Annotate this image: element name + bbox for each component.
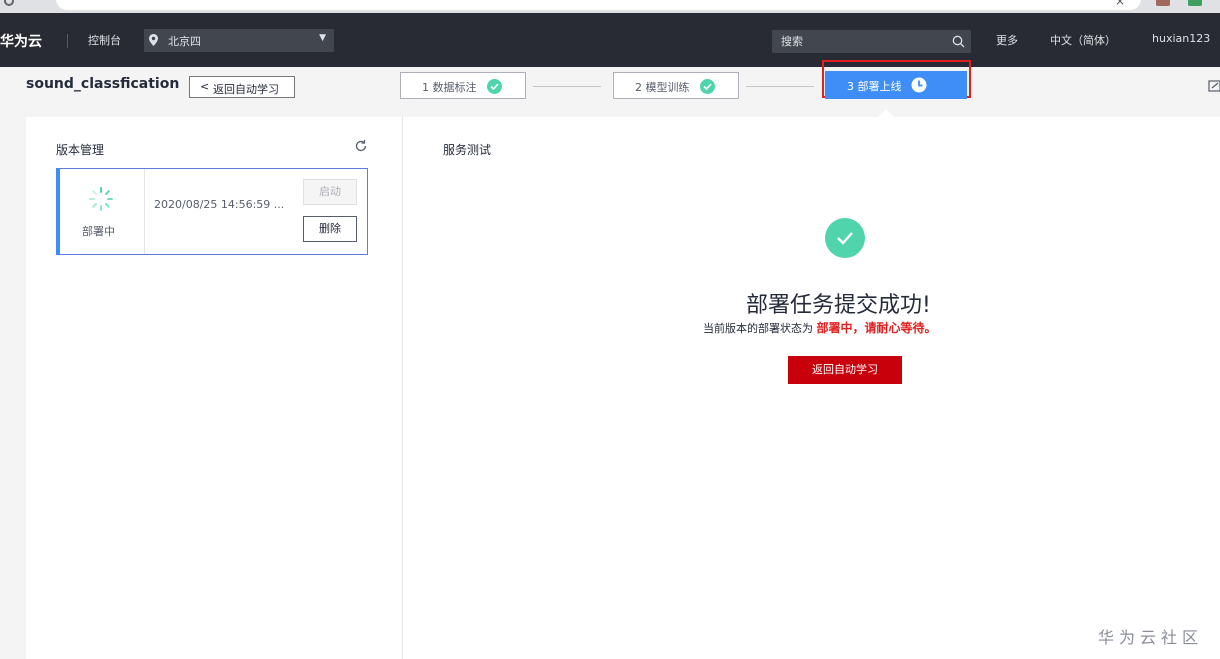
step-label: 1 数据标注	[422, 81, 477, 94]
caret-down-icon: ▼	[319, 33, 326, 43]
search-box	[772, 30, 971, 53]
more-menu[interactable]: 更多	[996, 32, 1018, 48]
nav-divider	[67, 34, 68, 48]
language-selector[interactable]: 中文（简体）	[1050, 32, 1116, 48]
clock-icon	[911, 77, 927, 93]
user-menu[interactable]: huxian123	[1152, 32, 1210, 45]
success-check-icon	[825, 218, 865, 258]
close-icon[interactable]: ×	[1115, 0, 1125, 8]
version-panel: 版本管理 部署中 2020/08/25 14:56:59 ... 启动 删除	[26, 117, 402, 659]
step-label: 3 部署上线	[847, 80, 902, 93]
back-button-label: 返回自动学习	[213, 83, 279, 96]
workflow-header: sound_classfication < 返回自动学习 1 数据标注 2 模型…	[0, 60, 1220, 118]
watermark: 华为云社区	[1098, 628, 1204, 647]
deployment-status-message: 当前版本的部署状态为 部署中，请耐心等待。	[703, 319, 937, 336]
region-label: 北京四	[168, 35, 201, 48]
expand-icon[interactable]	[1208, 79, 1220, 93]
browser-chrome: ×	[0, 0, 1220, 13]
refresh-icon[interactable]	[354, 139, 368, 153]
top-nav: 华为云 控制台 北京四 ▼ 更多 中文（简体） huxian123	[0, 13, 1220, 67]
address-bar[interactable]	[56, 0, 1141, 10]
location-pin-icon	[149, 34, 158, 46]
search-input[interactable]	[772, 30, 947, 53]
start-button: 启动	[303, 179, 357, 205]
service-panel: 服务测试 部署任务提交成功! 当前版本的部署状态为 部署中，请耐心等待。 返回自…	[403, 117, 1220, 659]
version-timestamp: 2020/08/25 14:56:59 ...	[154, 198, 285, 211]
page-title: sound_classfication	[26, 76, 180, 92]
chevron-left-icon: <	[200, 80, 210, 93]
brand-logo[interactable]: 华为云	[0, 31, 42, 51]
success-title: 部署任务提交成功!	[746, 293, 931, 318]
step-deployment[interactable]: 3 部署上线	[825, 71, 967, 99]
search-icon[interactable]	[952, 35, 965, 48]
step-connector	[533, 86, 601, 87]
version-card[interactable]: 部署中 2020/08/25 14:56:59 ... 启动 删除	[56, 168, 368, 255]
loading-spinner-icon	[89, 187, 113, 211]
status-highlight: 部署中，请耐心等待。	[816, 321, 937, 335]
return-to-autolearning-button[interactable]: 返回自动学习	[788, 356, 902, 384]
check-circle-icon	[700, 79, 715, 94]
step-data-labeling[interactable]: 1 数据标注	[400, 72, 526, 99]
version-panel-title: 版本管理	[56, 143, 105, 157]
step-label: 2 模型训练	[635, 81, 690, 94]
console-link[interactable]: 控制台	[88, 32, 121, 48]
extension-icon[interactable]	[1156, 0, 1170, 6]
version-status-text: 部署中	[82, 225, 115, 238]
back-button[interactable]: < 返回自动学习	[189, 76, 295, 98]
step-model-training[interactable]: 2 模型训练	[613, 72, 739, 99]
service-panel-title: 服务测试	[443, 143, 492, 157]
status-prefix: 当前版本的部署状态为	[703, 322, 813, 335]
delete-button[interactable]: 删除	[303, 216, 357, 242]
step-connector	[746, 86, 814, 87]
reload-icon[interactable]	[4, 0, 14, 6]
version-status: 部署中	[60, 169, 145, 254]
region-selector[interactable]: 北京四 ▼	[144, 29, 334, 52]
extension-icon[interactable]	[1188, 0, 1202, 6]
check-circle-icon	[487, 79, 502, 94]
